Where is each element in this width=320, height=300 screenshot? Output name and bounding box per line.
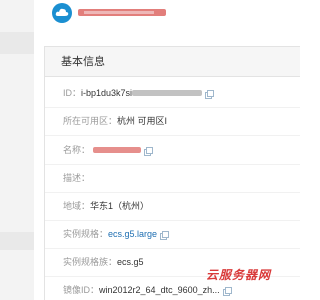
nav-item[interactable] xyxy=(0,232,34,250)
screen: 基本信息 ID：i-bp1du3k7si 所在可用区：杭州 可用区I 名称： 描… xyxy=(0,0,300,300)
family-row: 实例规格族：ecs.g5 xyxy=(63,256,144,268)
image-label: 镜像ID： xyxy=(63,285,100,295)
cloud-icon xyxy=(52,3,72,23)
id-label: ID： xyxy=(63,88,82,98)
zone-row: 所在可用区：杭州 可用区I xyxy=(63,115,167,127)
id-row: ID：i-bp1du3k7si xyxy=(63,87,215,99)
id-value: i-bp1du3k7si xyxy=(81,88,133,98)
image-row: 镜像ID：win2012r2_64_dtc_9600_zh... xyxy=(63,284,232,296)
name-redacted xyxy=(93,147,142,153)
edit-icon[interactable] xyxy=(144,147,154,156)
zone-label: 所在可用区： xyxy=(63,116,118,126)
name-label: 名称： xyxy=(63,145,91,155)
region-label: 地域： xyxy=(63,201,91,211)
panel-title: 基本信息 xyxy=(45,47,300,77)
spec-link[interactable]: ecs.g5.large xyxy=(108,229,157,239)
spec-label: 实例规格： xyxy=(63,229,109,239)
id-redacted xyxy=(132,90,203,96)
instance-name-redacted xyxy=(78,9,166,16)
family-label: 实例规格族： xyxy=(63,257,118,267)
description-row: 描述： xyxy=(63,172,90,184)
region-row: 地域：华东1（杭州） xyxy=(63,200,149,212)
instance-header xyxy=(34,0,300,26)
family-value: ecs.g5 xyxy=(117,257,144,267)
copy-icon[interactable] xyxy=(205,90,215,99)
region-value: 华东1（杭州） xyxy=(90,201,150,211)
basic-info-panel: 基本信息 ID：i-bp1du3k7si 所在可用区：杭州 可用区I 名称： 描… xyxy=(44,46,300,300)
copy-icon[interactable] xyxy=(222,287,232,296)
zone-value: 杭州 可用区I xyxy=(117,116,168,126)
watermark: 云服务器网 xyxy=(206,268,272,282)
spec-row: 实例规格：ecs.g5.large xyxy=(63,228,170,240)
copy-icon[interactable] xyxy=(160,231,170,240)
description-label: 描述： xyxy=(63,173,91,183)
name-row: 名称： xyxy=(63,144,154,156)
left-nav xyxy=(0,0,34,300)
nav-item[interactable] xyxy=(0,32,34,54)
image-value: win2012r2_64_dtc_9600_zh... xyxy=(99,285,220,295)
